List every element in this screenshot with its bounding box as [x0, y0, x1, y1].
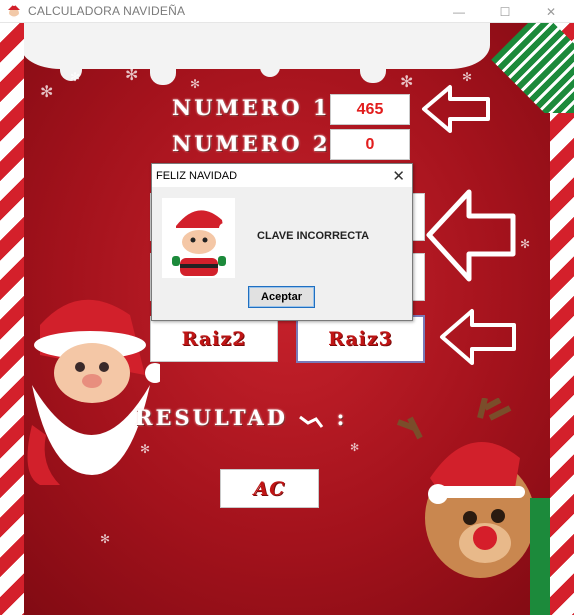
arrow-left-icon: [440, 309, 516, 365]
dialog-message: CLAVE INCORRECTA: [257, 230, 370, 242]
raiz3-button[interactable]: Raiz3: [296, 315, 425, 363]
numero2-label: NUMERO 2:: [172, 131, 342, 156]
arrow-left-icon: [426, 189, 516, 282]
raiz2-button[interactable]: Raiz2: [150, 316, 278, 362]
santa-illustration: [27, 299, 160, 485]
green-ribbon: [484, 23, 574, 113]
snowflake-icon: ✻: [400, 74, 414, 91]
ok-button[interactable]: Aceptar: [248, 286, 315, 308]
title-bar: CALCULADORA NAVIDEÑA — ☐ ✕: [0, 0, 574, 23]
santa-app-icon: [8, 3, 20, 18]
minimize-button[interactable]: —: [436, 0, 482, 23]
snowflake-icon: ✻: [100, 532, 111, 546]
dialog-close-button[interactable]: ✕: [392, 167, 405, 185]
window-title: CALCULADORA NAVIDEÑA: [28, 4, 186, 18]
message-dialog: FELIZ NAVIDAD ✕ CLAVE INCORRECTA Aceptar: [151, 163, 413, 321]
reindeer-illustration: [396, 398, 550, 615]
snowflake-icon: ✻: [125, 67, 139, 84]
snowflake-icon: ✻: [520, 237, 531, 251]
numero1-label: NUMERO 1:: [172, 95, 342, 120]
snowflake-icon: ✻: [350, 442, 360, 454]
ac-button[interactable]: AC: [220, 469, 319, 508]
dialog-title: FELIZ NAVIDAD: [156, 169, 238, 182]
snowflake-icon: ✻: [462, 70, 473, 84]
snow-drip: [360, 63, 386, 83]
resultado-label: RESULTAD :: [135, 405, 348, 430]
snow-drip: [260, 63, 280, 77]
snowflake-icon: ✻: [70, 70, 81, 84]
numero1-input[interactable]: 465: [330, 94, 410, 125]
reindeer-head-icon: [298, 411, 326, 429]
snowflake-icon: ✻: [40, 84, 54, 101]
close-button[interactable]: ✕: [528, 0, 574, 23]
snow-decoration: [20, 23, 490, 69]
dialog-title-bar: FELIZ NAVIDAD: [152, 164, 412, 187]
snowflake-icon: ✻: [190, 77, 201, 91]
resultado-label-text: RESULTAD: [135, 405, 288, 430]
maximize-button[interactable]: ☐: [482, 0, 528, 23]
santa-icon: [162, 198, 235, 278]
snow-drip: [150, 63, 176, 85]
numero2-input[interactable]: 0: [330, 129, 410, 160]
arrow-left-icon: [422, 85, 490, 133]
